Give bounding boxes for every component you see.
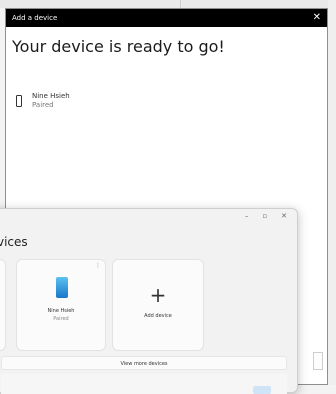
phone-icon <box>56 277 68 298</box>
phone-icon <box>16 95 22 107</box>
close-icon[interactable]: ✕ <box>313 13 321 23</box>
dialog-heading: Your device is ready to go! <box>12 37 225 56</box>
background-window-strip <box>0 0 336 8</box>
plus-icon: + <box>149 283 167 307</box>
done-button[interactable] <box>313 352 323 370</box>
accent-button-partial[interactable] <box>253 386 271 394</box>
device-card[interactable]: ⋮ Nine Hsieh Paired <box>16 259 106 351</box>
device-card-name: Nine Hsieh <box>47 308 75 314</box>
settings-window: – ▫ ✕ vices ⋮ ⋮ Nine Hsieh Paired + Add … <box>0 208 298 394</box>
page-title: vices <box>0 235 28 249</box>
device-name: Nine Hsieh <box>32 92 70 100</box>
add-device-label: Add device <box>144 313 172 319</box>
device-card-partial[interactable]: ⋮ <box>0 259 6 351</box>
more-options-icon[interactable]: ⋮ <box>0 262 1 269</box>
view-more-devices-button[interactable]: View more devices <box>1 356 287 370</box>
device-status: Paired <box>32 101 54 109</box>
more-options-icon[interactable]: ⋮ <box>95 262 101 269</box>
background-divider <box>180 0 181 8</box>
background-window-edge <box>328 0 336 385</box>
paired-device-row: Nine Hsieh Paired <box>16 92 70 110</box>
close-window-icon[interactable]: ✕ <box>281 212 287 220</box>
device-card-status: Paired <box>53 316 69 322</box>
window-controls: – ▫ ✕ <box>245 212 287 220</box>
maximize-icon[interactable]: ▫ <box>262 212 267 220</box>
dialog-title: Add a device <box>12 14 58 22</box>
bottom-panel <box>1 374 287 394</box>
add-device-button[interactable]: + Add device <box>112 259 204 351</box>
minimize-icon[interactable]: – <box>245 212 249 220</box>
dialog-titlebar: Add a device ✕ <box>6 9 327 27</box>
